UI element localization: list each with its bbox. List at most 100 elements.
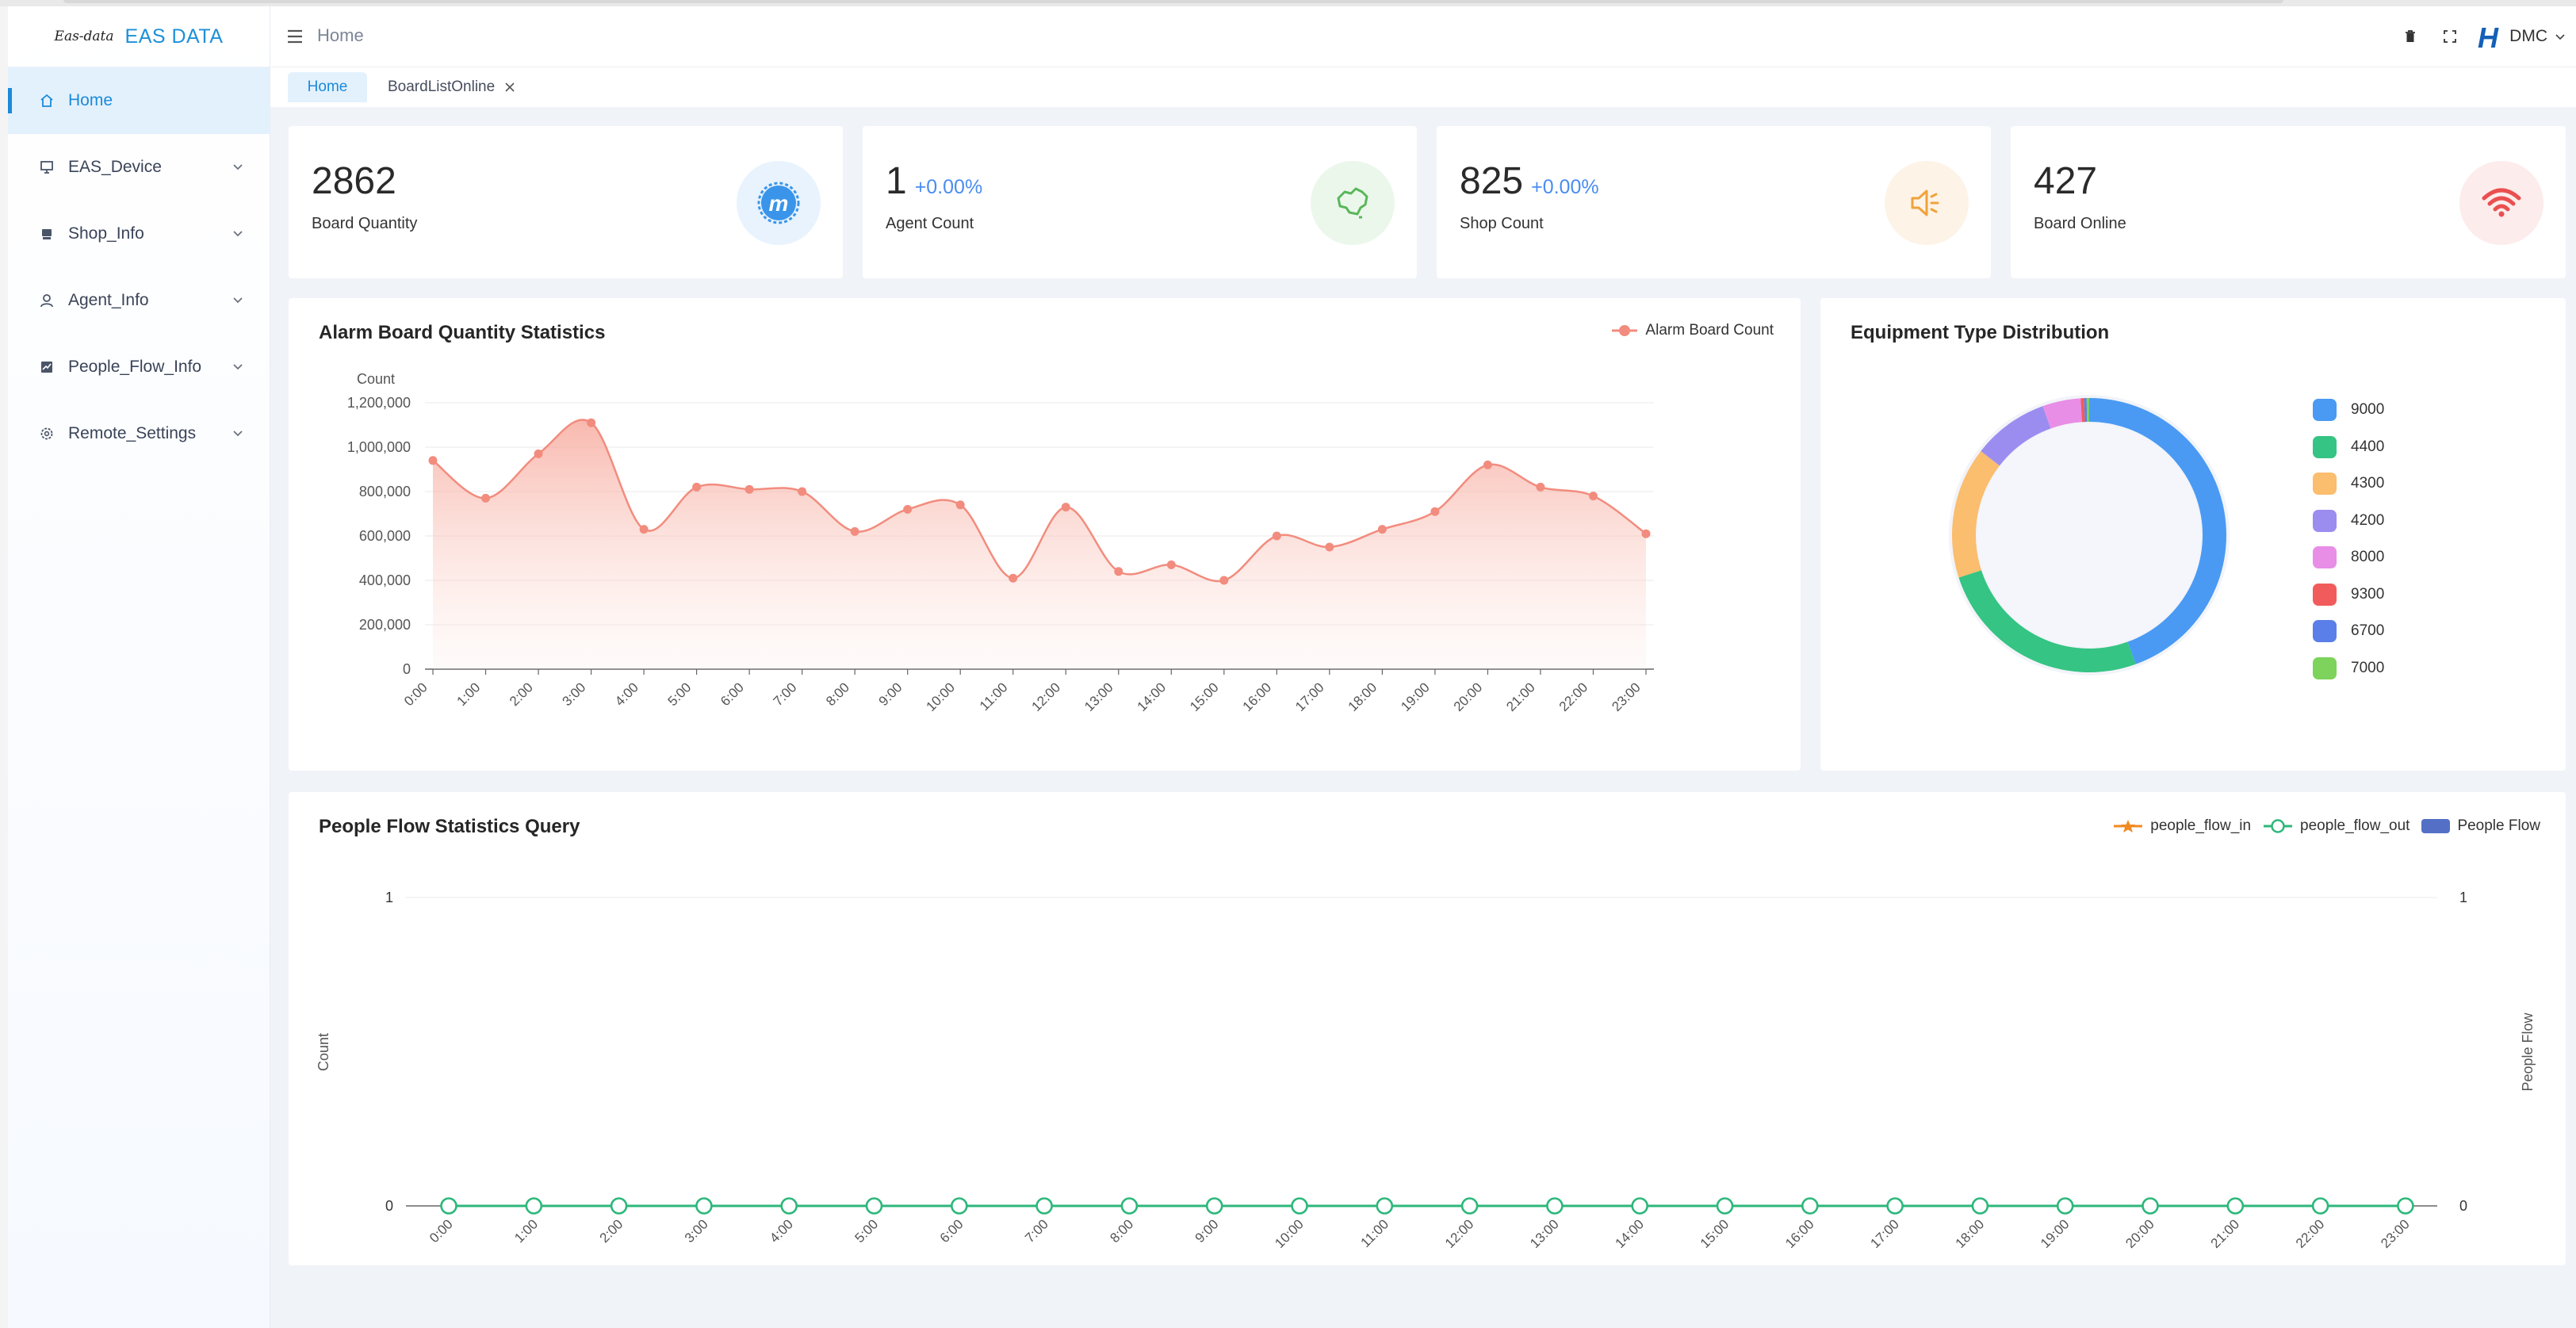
x-tick-label: 7:00 — [771, 679, 800, 709]
y-tick-label: 800,000 — [359, 484, 411, 499]
stat-label: Shop Count — [1460, 215, 1544, 232]
tab-boardlistonline[interactable]: BoardListOnline — [388, 72, 515, 102]
stat-label: Board Online — [2034, 215, 2126, 232]
data-point — [744, 484, 754, 494]
equipment-donut-chart — [1949, 395, 2230, 675]
legend-label: 6700 — [2351, 622, 2385, 640]
donut-legend: 9000 4400 4300 4200 8000 9300 6700 7000 — [2313, 392, 2384, 687]
legend-item[interactable]: 9300 — [2313, 576, 2384, 614]
legend-swatch — [2313, 509, 2337, 532]
data-point — [1376, 1197, 1394, 1215]
x-tick-label: 0:00 — [401, 679, 431, 709]
legend-item[interactable]: 4400 — [2313, 429, 2384, 466]
data-point — [2226, 1197, 2245, 1215]
chevron-down-icon — [233, 231, 243, 237]
x-tick-label: 21:00 — [1503, 679, 1538, 714]
data-point — [2311, 1197, 2329, 1215]
chevron-down-icon — [233, 431, 243, 437]
fullscreen-icon[interactable] — [2430, 6, 2470, 67]
donut-chart-card: Equipment Type Distribution — [1820, 298, 2566, 771]
data-point — [2056, 1197, 2074, 1215]
data-point — [1588, 492, 1598, 501]
sidebar-item-label: People_Flow_Info — [68, 358, 202, 376]
data-point — [2397, 1197, 2414, 1215]
user-menu[interactable]: H DMC — [2476, 21, 2566, 52]
chevron-down-icon — [233, 297, 243, 304]
y-tick-label: 400,000 — [359, 572, 411, 588]
x-tick-label: 15:00 — [1698, 1216, 1732, 1251]
x-tick-label: 8:00 — [823, 679, 852, 709]
x-tick-label: 22:00 — [2293, 1216, 2328, 1251]
logo[interactable]: Eas-data EAS DATA — [8, 6, 270, 67]
data-point — [1971, 1197, 1989, 1215]
chevron-down-icon — [233, 164, 243, 170]
x-tick-label: 16:00 — [1240, 679, 1275, 714]
x-tick-label: 18:00 — [1345, 679, 1380, 714]
menu-toggle-icon[interactable] — [286, 29, 304, 44]
data-point — [1166, 560, 1176, 569]
y-tick-label: 1,200,000 — [347, 395, 411, 411]
data-point — [428, 456, 438, 465]
y-tick-label: 1,000,000 — [347, 439, 411, 455]
legend-item[interactable]: 4200 — [2313, 503, 2384, 540]
x-tick-label: 10:00 — [1272, 1216, 1307, 1251]
sidebar-item-label: Remote_Settings — [68, 424, 197, 442]
legend-label: 4300 — [2351, 475, 2385, 492]
stat-label: Board Quantity — [312, 215, 418, 232]
x-tick-label: 23:00 — [2378, 1216, 2413, 1251]
data-point — [1114, 567, 1123, 576]
breadcrumb[interactable]: Home — [317, 25, 364, 46]
x-tick-label: 20:00 — [1451, 679, 1486, 714]
browser-top-strip — [0, 0, 2576, 6]
chart-icon — [38, 358, 56, 376]
x-tick-label: 12:00 — [1442, 1216, 1477, 1251]
x-tick-label: 12:00 — [1029, 679, 1064, 714]
data-point — [1801, 1197, 1819, 1215]
y-axis-label: Count — [316, 1033, 331, 1071]
data-point — [1035, 1197, 1053, 1215]
data-point — [2142, 1197, 2159, 1215]
x-tick-label: 23:00 — [1609, 679, 1644, 714]
tab-home[interactable]: Home — [288, 72, 367, 102]
x-tick-label: 2:00 — [597, 1216, 626, 1246]
sidebar-item-people-flow-info[interactable]: People_Flow_Info — [8, 334, 270, 400]
stat-change: +0.00% — [1531, 176, 1599, 198]
header: Home H DMC — [270, 6, 2576, 67]
data-point — [1641, 529, 1651, 538]
legend-item[interactable]: 9000 — [2313, 392, 2384, 429]
data-point — [1009, 573, 1018, 583]
data-point — [1483, 460, 1492, 469]
y-right-axis-label: People Flow — [2520, 1012, 2536, 1091]
trash-icon[interactable] — [2390, 6, 2430, 67]
sidebar-item-remote-settings[interactable]: Remote_Settings — [8, 400, 270, 467]
sidebar-item-label: Home — [68, 91, 113, 109]
x-tick-label: 19:00 — [1398, 679, 1433, 714]
legend-label: 4200 — [2351, 511, 2385, 529]
stat-value: 2862 — [312, 160, 396, 202]
sidebar-item-home[interactable]: Home — [8, 67, 270, 134]
monitor-icon — [38, 159, 56, 176]
chevron-down-icon — [2555, 34, 2565, 40]
legend-item[interactable]: 6700 — [2313, 613, 2384, 650]
y-tick-label: 0 — [403, 661, 411, 677]
sidebar-item-agent-info[interactable]: Agent_Info — [8, 267, 270, 334]
data-point — [692, 482, 702, 492]
legend-item[interactable]: 4300 — [2313, 465, 2384, 503]
y-tick-label: 1 — [385, 890, 393, 905]
data-point — [440, 1197, 457, 1215]
svg-text:m: m — [769, 191, 789, 216]
sidebar-item-shop-info[interactable]: Shop_Info — [8, 201, 270, 267]
data-point — [610, 1197, 628, 1215]
x-tick-label: 3:00 — [682, 1216, 711, 1246]
legend-swatch — [2313, 435, 2337, 458]
legend-item[interactable]: 8000 — [2313, 539, 2384, 576]
close-icon[interactable] — [504, 82, 515, 93]
data-point — [1377, 525, 1387, 534]
data-point — [1430, 507, 1440, 516]
chevron-down-icon — [233, 364, 243, 370]
x-tick-label: 1:00 — [511, 1216, 541, 1246]
stat-card-board-quantity: 2862 Board Quantity m — [289, 126, 843, 278]
x-tick-label: 4:00 — [612, 679, 641, 709]
sidebar-item-eas-device[interactable]: EAS_Device — [8, 134, 270, 201]
legend-item[interactable]: 7000 — [2313, 650, 2384, 687]
